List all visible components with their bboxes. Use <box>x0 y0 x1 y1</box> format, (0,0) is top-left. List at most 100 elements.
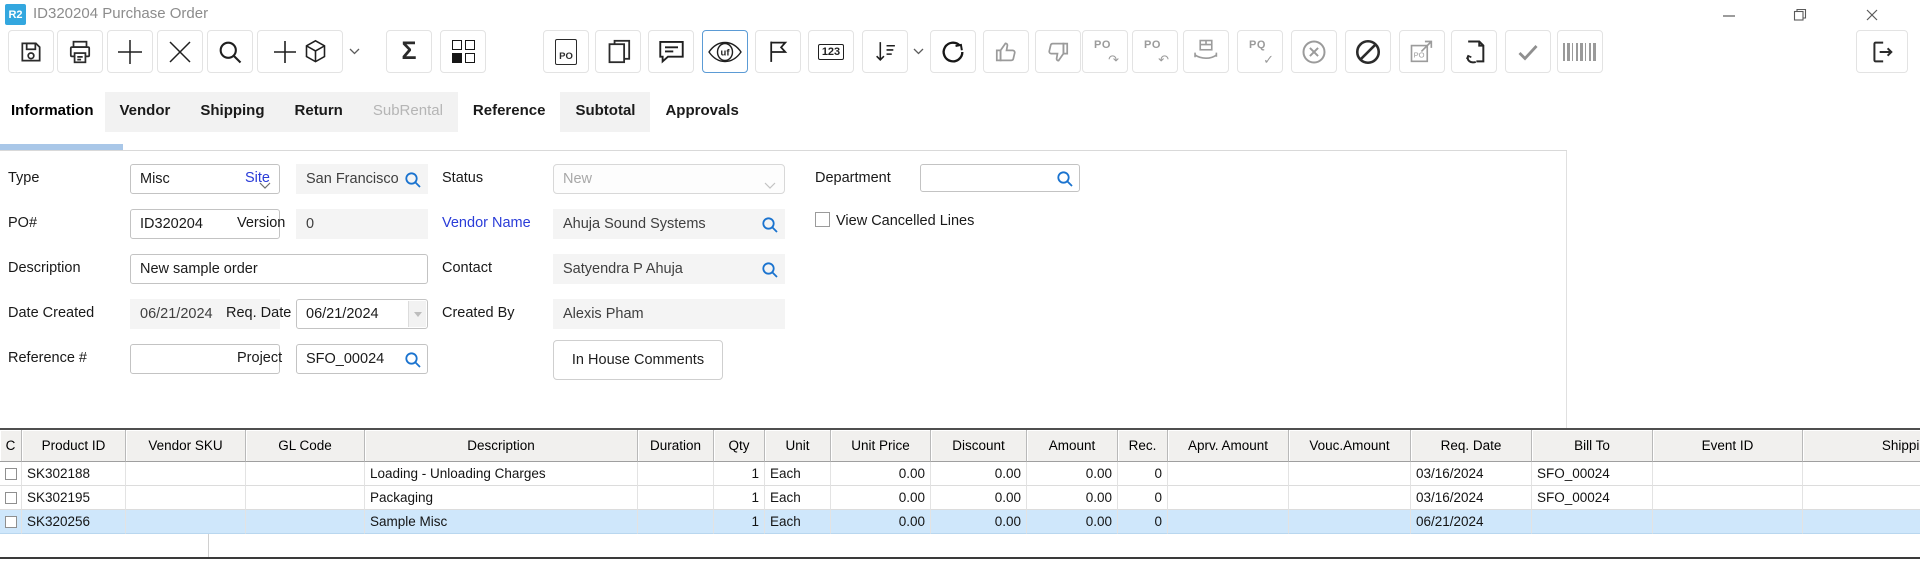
confirm-button[interactable] <box>1505 30 1551 73</box>
table-row[interactable]: SK302188 Loading - Unloading Charges 1 E… <box>0 462 1920 486</box>
cancel-button[interactable] <box>1291 30 1337 73</box>
col-header-description[interactable]: Description <box>365 430 638 462</box>
add-button[interactable] <box>107 30 153 73</box>
col-header-event-id[interactable]: Event ID <box>1653 430 1803 462</box>
view-cancelled-label[interactable]: View Cancelled Lines <box>836 213 974 229</box>
sort-button[interactable] <box>862 30 908 73</box>
cell-bill-to[interactable] <box>1532 510 1653 534</box>
cell-aprv-amount[interactable] <box>1168 510 1289 534</box>
cell-aprv-amount[interactable] <box>1168 462 1289 486</box>
cell-rec[interactable]: 0 <box>1118 486 1168 510</box>
cell-unit[interactable]: Each <box>765 486 831 510</box>
cell-qty[interactable]: 1 <box>714 462 765 486</box>
vendor-name-label[interactable]: Vendor Name <box>442 215 531 231</box>
view-cancelled-checkbox[interactable] <box>815 212 830 227</box>
cell-amount[interactable]: 0.00 <box>1027 462 1118 486</box>
print-button[interactable] <box>57 30 103 73</box>
col-header-discount[interactable]: Discount <box>931 430 1027 462</box>
status-select[interactable]: New <box>553 164 785 194</box>
col-header-bill-to[interactable]: Bill To <box>1532 430 1653 462</box>
cell-gl-code[interactable] <box>246 486 365 510</box>
cell-req-date[interactable]: 03/16/2024 <box>1411 462 1532 486</box>
cell-vendor-sku[interactable] <box>126 510 246 534</box>
col-header-unit[interactable]: Unit <box>765 430 831 462</box>
cell-duration[interactable] <box>638 462 714 486</box>
cell-qty[interactable]: 1 <box>714 486 765 510</box>
restore-button[interactable] <box>1782 3 1818 26</box>
numbering-button[interactable]: 123 <box>808 30 854 73</box>
add-product-button[interactable] <box>257 30 343 73</box>
table-row[interactable]: SK302195 Packaging 1 Each 0.00 0.00 0.00… <box>0 486 1920 510</box>
cell-aprv-amount[interactable] <box>1168 486 1289 510</box>
cell-gl-code[interactable] <box>246 462 365 486</box>
pq-check-button[interactable]: PQ ✓ <box>1237 30 1283 73</box>
cell-unit-price[interactable]: 0.00 <box>831 462 931 486</box>
table-row-selected[interactable]: SK320256 Sample Misc 1 Each 0.00 0.00 0.… <box>0 510 1920 534</box>
reject-button[interactable] <box>1035 30 1081 73</box>
col-header-req-date[interactable]: Req. Date <box>1411 430 1532 462</box>
cell-bill-to[interactable]: SFO_00024 <box>1532 462 1653 486</box>
col-header-vouc-amount[interactable]: Vouc.Amount <box>1289 430 1411 462</box>
exit-button[interactable] <box>1856 30 1908 73</box>
sort-dropdown[interactable] <box>910 30 926 73</box>
cell-duration[interactable] <box>638 486 714 510</box>
save-button[interactable] <box>8 30 54 73</box>
cell-unit[interactable]: Each <box>765 462 831 486</box>
sum-button[interactable]: Σ <box>386 30 432 73</box>
row-checkbox[interactable] <box>5 516 17 528</box>
cell-vouc-amount[interactable] <box>1289 486 1411 510</box>
cell-vouc-amount[interactable] <box>1289 462 1411 486</box>
cell-unit[interactable]: Each <box>765 510 831 534</box>
refresh-button[interactable] <box>930 30 976 73</box>
flag-button[interactable] <box>755 30 801 73</box>
barcode-button[interactable] <box>1557 30 1603 73</box>
cell-product-id[interactable]: SK302188 <box>22 462 126 486</box>
cell-event-id[interactable] <box>1653 486 1803 510</box>
cell-unit-price[interactable]: 0.00 <box>831 486 931 510</box>
cell-event-id[interactable] <box>1653 462 1803 486</box>
department-search-icon[interactable] <box>1056 170 1074 192</box>
cell-product-id[interactable]: SK302195 <box>22 486 126 510</box>
cell-shipping-location[interactable] <box>1803 462 1920 486</box>
receive-button[interactable] <box>1183 30 1229 73</box>
po-document-button[interactable]: PO <box>543 30 589 73</box>
req-date-input[interactable]: 06/21/2024 <box>296 299 428 329</box>
project-search-icon[interactable] <box>404 351 422 373</box>
col-header-unit-price[interactable]: Unit Price <box>831 430 931 462</box>
cell-qty[interactable]: 1 <box>714 510 765 534</box>
approve-button[interactable] <box>983 30 1029 73</box>
delete-button[interactable] <box>157 30 203 73</box>
col-header-duration[interactable]: Duration <box>638 430 714 462</box>
req-date-spinner[interactable] <box>408 301 426 327</box>
col-header-amount[interactable]: Amount <box>1027 430 1118 462</box>
tab-approvals[interactable]: Approvals <box>650 92 753 132</box>
col-header-qty[interactable]: Qty <box>714 430 765 462</box>
cell-discount[interactable]: 0.00 <box>931 510 1027 534</box>
tab-reference[interactable]: Reference <box>458 92 561 132</box>
close-button[interactable] <box>1854 3 1890 26</box>
col-header-shipping-location[interactable]: Shipping Lo <box>1803 430 1920 462</box>
tab-return[interactable]: Return <box>280 92 358 132</box>
revert-document-button[interactable] <box>1451 30 1497 73</box>
cell-product-id[interactable]: SK320256 <box>22 510 126 534</box>
add-product-dropdown[interactable] <box>346 30 362 73</box>
row-checkbox[interactable] <box>5 492 17 504</box>
po-return-button[interactable]: PO ↶ <box>1132 30 1178 73</box>
col-header-gl-code[interactable]: GL Code <box>246 430 365 462</box>
site-label[interactable]: Site <box>245 170 270 186</box>
cell-gl-code[interactable] <box>246 510 365 534</box>
cell-duration[interactable] <box>638 510 714 534</box>
uf-view-toggle-button[interactable]: uf <box>702 30 748 73</box>
cell-discount[interactable]: 0.00 <box>931 462 1027 486</box>
cell-description[interactable]: Sample Misc <box>365 510 638 534</box>
row-checkbox-cell[interactable] <box>0 486 22 510</box>
row-checkbox[interactable] <box>5 468 17 480</box>
copy-button[interactable] <box>595 30 641 73</box>
cell-vouc-amount[interactable] <box>1289 510 1411 534</box>
cell-amount[interactable]: 0.00 <box>1027 510 1118 534</box>
tab-information[interactable]: Information <box>0 92 105 132</box>
cell-description[interactable]: Loading - Unloading Charges <box>365 462 638 486</box>
vendor-search-icon[interactable] <box>761 216 779 238</box>
void-button[interactable] <box>1345 30 1391 73</box>
col-header-aprv-amount[interactable]: Aprv. Amount <box>1168 430 1289 462</box>
